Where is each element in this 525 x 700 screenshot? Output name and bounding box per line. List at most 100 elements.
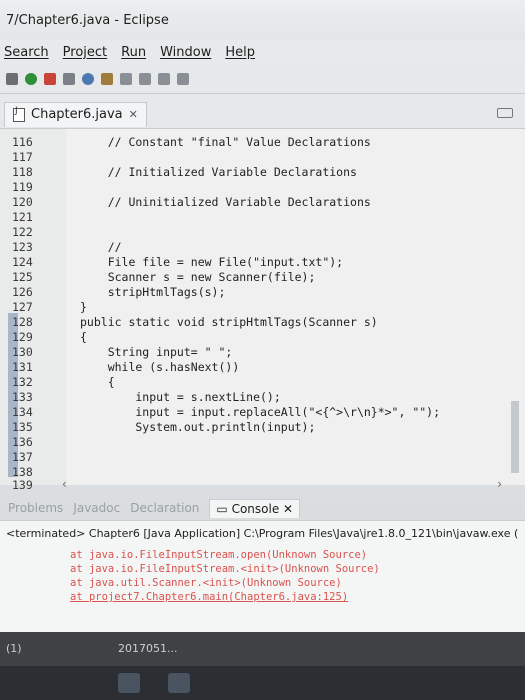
new-java-project-icon[interactable] — [63, 72, 75, 85]
code-line: 120 // Uninitialized Variable Declaratio… — [0, 195, 500, 210]
tab-problems[interactable]: Problems — [8, 501, 63, 515]
code-line: 119 — [0, 180, 500, 195]
java-file-icon — [13, 106, 25, 122]
menu-bar: Search Project Run Window Help — [0, 40, 525, 64]
scroll-left-icon[interactable]: ‹ — [62, 477, 67, 491]
window-title: 7/Chapter6.java - Eclipse — [6, 12, 169, 28]
bottom-panel-tabs: Problems Javadoc Declaration ▭ Console ✕ — [0, 496, 525, 520]
line-number: 130 — [12, 345, 33, 359]
line-number: 123 — [12, 240, 33, 254]
code-line: 128 public static void stripHtmlTags(Scan… — [0, 315, 500, 330]
line-number: 125 — [12, 270, 33, 284]
line-code: { — [80, 375, 115, 389]
line-code: System.out.println(input); — [80, 420, 316, 434]
open-type-icon[interactable] — [101, 72, 113, 85]
line-number: 132 — [12, 375, 33, 389]
close-icon[interactable]: ✕ — [129, 108, 138, 121]
stack-trace-line: at java.util.Scanner.<init>(Unknown Sour… — [70, 577, 342, 589]
stack-trace-link-text[interactable]: at project7.Chapter6.main(Chapter6.java:… — [70, 591, 348, 603]
line-number: 122 — [12, 225, 33, 239]
minimize-icon[interactable] — [497, 108, 513, 118]
title-bar: 7/Chapter6.java - Eclipse — [0, 0, 525, 40]
line-number: 137 — [12, 450, 33, 464]
line-code: { — [80, 330, 87, 344]
code-line: 129 { — [0, 330, 500, 345]
stack-trace-line: at java.io.FileInputStream.open(Unknown … — [70, 549, 368, 561]
code-line: 130 String input= " "; — [0, 345, 500, 360]
menu-window[interactable]: Window — [160, 45, 211, 60]
horizontal-scrollbar[interactable]: ‹ › — [62, 477, 502, 491]
line-number: 126 — [12, 285, 33, 299]
status-bar: (1) 2017051... — [0, 632, 525, 666]
stack-trace-line: at java.io.FileInputStream.<init>(Unknow… — [70, 563, 380, 575]
debug-icon[interactable] — [6, 72, 18, 85]
line-code: while (s.hasNext()) — [80, 360, 240, 374]
line-code: input = s.nextLine(); — [80, 390, 281, 404]
browser-icon[interactable] — [168, 673, 190, 693]
line-code: // — [80, 240, 122, 254]
line-number: 118 — [12, 165, 33, 179]
line-number: 117 — [12, 150, 33, 164]
new-class-icon[interactable] — [82, 72, 94, 85]
console-view[interactable]: <terminated> Chapter6 [Java Application]… — [0, 520, 525, 633]
code-line: 117 — [0, 150, 500, 165]
close-icon[interactable]: ✕ — [283, 502, 293, 516]
menu-run[interactable]: Run — [121, 45, 146, 60]
tab-declaration[interactable]: Declaration — [130, 501, 199, 515]
code-line: 133 input = s.nextLine(); — [0, 390, 500, 405]
search-icon[interactable] — [120, 72, 132, 85]
status-left: (1) — [6, 642, 22, 655]
line-number: 127 — [12, 300, 33, 314]
line-number: 121 — [12, 210, 33, 224]
code-line: 124 File file = new File("input.txt"); — [0, 255, 500, 270]
tab-console[interactable]: ▭ Console ✕ — [209, 498, 301, 518]
back-icon[interactable] — [177, 72, 189, 85]
line-number: 139 — [12, 478, 33, 492]
run-icon[interactable] — [25, 72, 37, 85]
line-code: } — [80, 300, 87, 314]
code-line: 118 // Initialized Variable Declarations — [0, 165, 500, 180]
code-line: 132 { — [0, 375, 500, 390]
code-line: 134 input = input.replaceAll("<{^>\r\n}*… — [0, 405, 500, 420]
line-number: 135 — [12, 420, 33, 434]
code-line: 122 — [0, 225, 500, 240]
menu-project[interactable]: Project — [63, 45, 107, 60]
code-line: 137 — [0, 450, 500, 465]
line-code: String input= " "; — [80, 345, 233, 359]
editor-tab-row: Chapter6.java ✕ — [0, 100, 525, 128]
code-line: 126 stripHtmlTags(s); — [0, 285, 500, 300]
code-line: 136 — [0, 435, 500, 450]
console-icon: ▭ — [216, 501, 228, 516]
annotation-icon[interactable] — [139, 72, 151, 85]
vertical-scrollbar[interactable] — [511, 401, 519, 473]
line-number: 119 — [12, 180, 33, 194]
line-code: // Uninitialized Variable Declarations — [80, 195, 371, 209]
external-tools-icon[interactable] — [44, 72, 56, 85]
code-line: 123 // — [0, 240, 500, 255]
scroll-right-icon[interactable]: › — [497, 477, 502, 491]
line-number: 131 — [12, 360, 33, 374]
file-explorer-icon[interactable] — [118, 673, 140, 693]
code-line: 131 while (s.hasNext()) — [0, 360, 500, 375]
line-code: stripHtmlTags(s); — [80, 285, 226, 299]
code-editor[interactable]: 116 // Constant "final" Value Declaratio… — [0, 128, 525, 492]
line-number: 120 — [12, 195, 33, 209]
forward-icon[interactable] — [158, 72, 170, 85]
console-terminated-line: <terminated> Chapter6 [Java Application]… — [6, 527, 518, 540]
code-line: 116 // Constant "final" Value Declaratio… — [0, 135, 500, 150]
line-number: 129 — [12, 330, 33, 344]
toolbar — [0, 64, 525, 94]
code-line: 125 Scanner s = new Scanner(file); — [0, 270, 500, 285]
menu-help[interactable]: Help — [225, 45, 255, 60]
line-code: Scanner s = new Scanner(file); — [80, 270, 316, 284]
line-code: input = input.replaceAll("<{^>\r\n}*>", … — [80, 405, 441, 419]
line-number: 136 — [12, 435, 33, 449]
menu-search[interactable]: Search — [4, 45, 49, 60]
tab-chapter6-java[interactable]: Chapter6.java ✕ — [4, 101, 147, 127]
line-number: 133 — [12, 390, 33, 404]
tab-javadoc[interactable]: Javadoc — [73, 501, 120, 515]
line-number: 134 — [12, 405, 33, 419]
line-code: // Initialized Variable Declarations — [80, 165, 357, 179]
line-code: File file = new File("input.txt"); — [80, 255, 344, 269]
stack-trace-link[interactable]: at project7.Chapter6.main(Chapter6.java:… — [70, 591, 348, 603]
